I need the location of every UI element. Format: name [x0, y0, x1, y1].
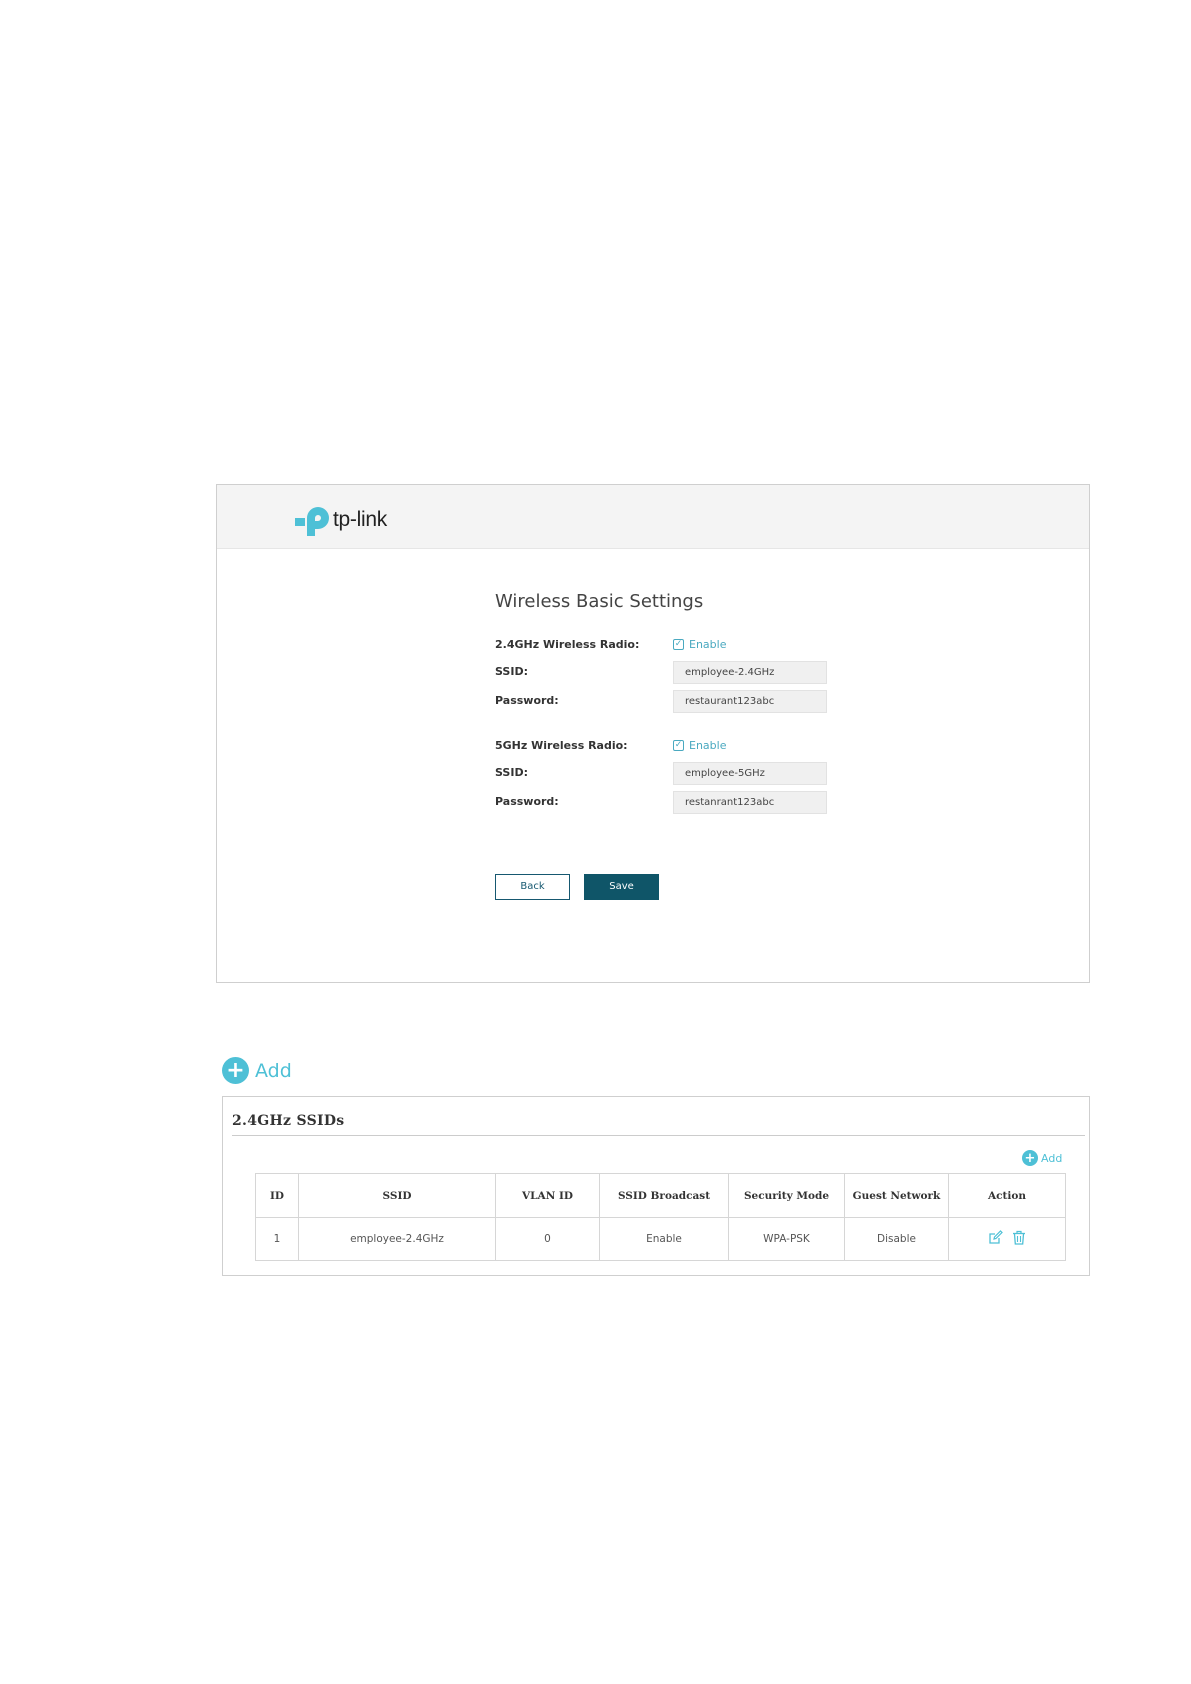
ssid-label: SSID: [495, 665, 528, 678]
column-header-security-mode[interactable]: Security Mode [728, 1173, 845, 1218]
cell-ssid: employee-2.4GHz [298, 1217, 496, 1261]
enable-label: Enable [689, 739, 727, 752]
add-label: Add [1041, 1151, 1063, 1165]
panel-title: 2.4GHz SSIDs [232, 1113, 345, 1129]
cell-ssid-broadcast: Enable [599, 1217, 729, 1261]
ssid-24-input[interactable]: employee-2.4GHz [673, 661, 827, 684]
add-button[interactable]: + Add [222, 1057, 292, 1084]
top-bar: tp-link [217, 485, 1089, 549]
ssid-5-input[interactable]: employee-5GHz [673, 762, 827, 785]
column-header-guest-network[interactable]: Guest Network [844, 1173, 949, 1218]
cell-security-mode: WPA-PSK [728, 1217, 845, 1261]
table-header-row: ID SSID VLAN ID SSID Broadcast Security … [255, 1173, 1066, 1218]
password-5-row: Password: restanrant123abc [495, 791, 855, 815]
ssid-5-row: SSID: employee-5GHz [495, 762, 855, 786]
page-title: Wireless Basic Settings [495, 591, 704, 612]
column-header-ssid-broadcast[interactable]: SSID Broadcast [599, 1173, 729, 1218]
cell-vlan-id: 0 [495, 1217, 600, 1261]
column-header-ssid[interactable]: SSID [298, 1173, 496, 1218]
enable-label: Enable [689, 638, 727, 651]
radio-24-enable-checkbox[interactable]: ✓ Enable [673, 638, 726, 651]
delete-icon[interactable] [1012, 1230, 1026, 1245]
ssid-label: SSID: [495, 766, 528, 779]
divider [232, 1135, 1085, 1136]
back-button[interactable]: Back [495, 874, 570, 900]
cell-id: 1 [255, 1217, 299, 1261]
radio-5-row: 5GHz Wireless Radio: ✓ Enable [495, 735, 855, 759]
cell-guest-network: Disable [844, 1217, 949, 1261]
edit-icon[interactable] [988, 1230, 1003, 1245]
tp-link-logo: tp-link [293, 500, 387, 538]
password-5-input[interactable]: restanrant123abc [673, 791, 827, 814]
password-label: Password: [495, 795, 559, 808]
ssid-table: ID SSID VLAN ID SSID Broadcast Security … [255, 1173, 1066, 1261]
column-header-action: Action [948, 1173, 1066, 1218]
plus-circle-icon: + [222, 1057, 249, 1084]
add-label: Add [255, 1059, 292, 1082]
table-row: 1 employee-2.4GHz 0 Enable WPA-PSK Disab… [255, 1217, 1066, 1261]
radio-5-label: 5GHz Wireless Radio: [495, 739, 628, 752]
ssid-panel: 2.4GHz SSIDs + Add ID SSID VLAN ID SSID … [222, 1096, 1090, 1276]
tp-link-logo-icon [295, 507, 329, 536]
password-24-row: Password: restaurant123abc [495, 690, 855, 714]
checkmark-icon: ✓ [673, 740, 684, 751]
checkmark-icon: ✓ [673, 639, 684, 650]
add-ssid-button[interactable]: + Add [1022, 1150, 1062, 1166]
password-24-input[interactable]: restaurant123abc [673, 690, 827, 713]
password-label: Password: [495, 694, 559, 707]
column-header-vlan-id[interactable]: VLAN ID [495, 1173, 600, 1218]
cell-action [948, 1217, 1066, 1261]
plus-circle-icon: + [1022, 1150, 1038, 1166]
column-header-id[interactable]: ID [255, 1173, 299, 1218]
ssid-24-row: SSID: employee-2.4GHz [495, 661, 855, 685]
brand-name: tp-link [333, 508, 387, 531]
radio-24-row: 2.4GHz Wireless Radio: ✓ Enable [495, 634, 855, 658]
radio-5-enable-checkbox[interactable]: ✓ Enable [673, 739, 726, 752]
wireless-settings-screenshot: tp-link Wireless Basic Settings 2.4GHz W… [216, 484, 1090, 983]
save-button[interactable]: Save [584, 874, 659, 900]
radio-24-label: 2.4GHz Wireless Radio: [495, 638, 640, 651]
